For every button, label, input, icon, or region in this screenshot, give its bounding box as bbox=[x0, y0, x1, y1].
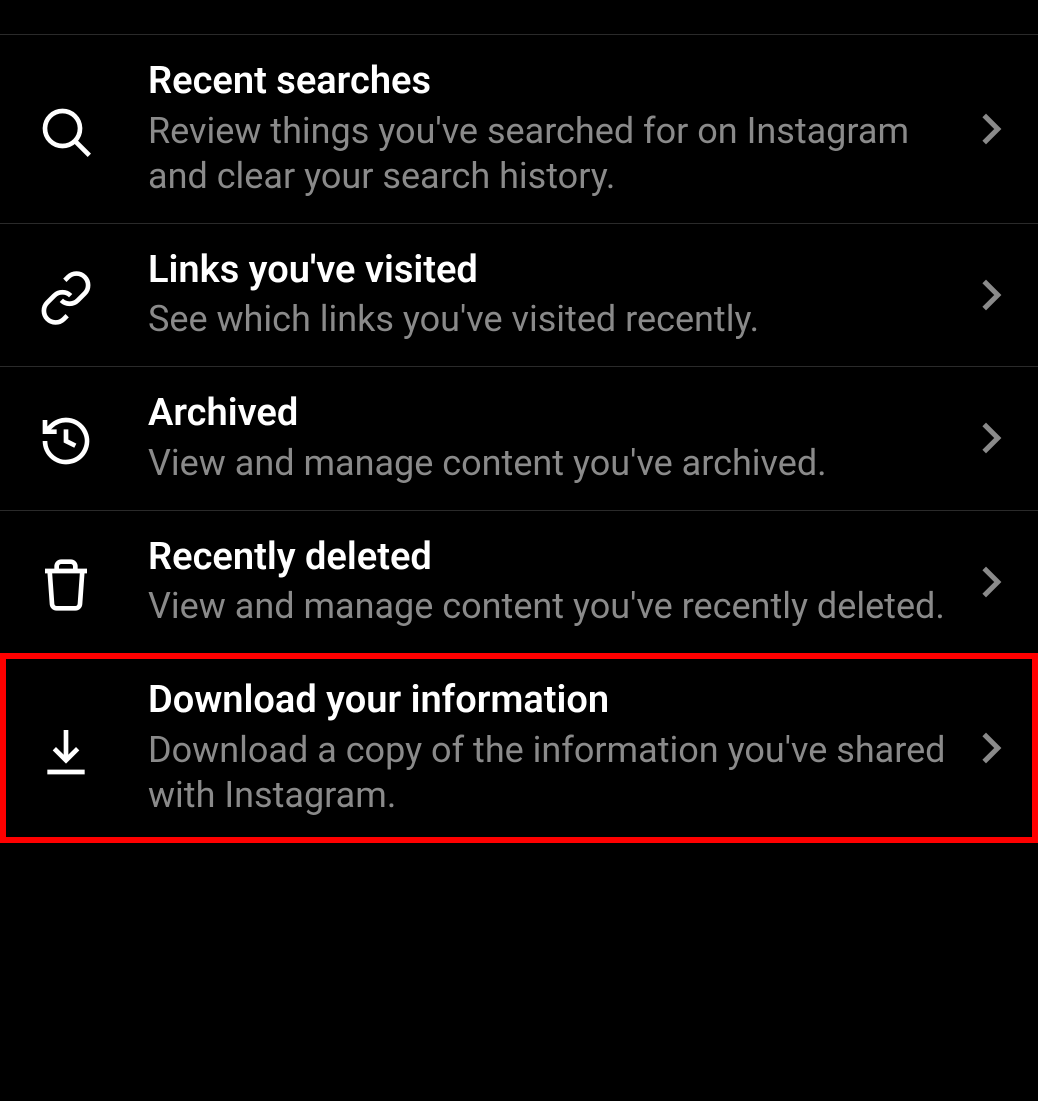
item-text: Archived View and manage content you've … bbox=[148, 391, 974, 486]
search-icon bbox=[38, 98, 148, 160]
chevron-right-icon bbox=[974, 421, 1008, 455]
item-title: Download your information bbox=[148, 678, 954, 724]
item-archived[interactable]: Archived View and manage content you've … bbox=[0, 366, 1038, 511]
chevron-right-icon bbox=[974, 278, 1008, 312]
item-desc: Review things you've searched for on Ins… bbox=[148, 109, 954, 199]
chevron-right-icon bbox=[974, 731, 1008, 765]
item-title: Recently deleted bbox=[148, 535, 954, 581]
trash-icon bbox=[38, 551, 148, 613]
item-desc: Download a copy of the information you'v… bbox=[148, 728, 954, 818]
item-title: Links you've visited bbox=[148, 248, 954, 294]
item-links-visited[interactable]: Links you've visited See which links you… bbox=[0, 223, 1038, 368]
chevron-right-icon bbox=[974, 112, 1008, 146]
item-desc: View and manage content you've recently … bbox=[148, 584, 954, 629]
item-text: Recently deleted View and manage content… bbox=[148, 535, 974, 630]
item-recently-deleted[interactable]: Recently deleted View and manage content… bbox=[0, 510, 1038, 655]
item-title: Recent searches bbox=[148, 59, 954, 105]
item-text: Links you've visited See which links you… bbox=[148, 248, 974, 343]
item-download-information[interactable]: Download your information Download a cop… bbox=[0, 653, 1038, 843]
settings-list: Recent searches Review things you've sea… bbox=[0, 0, 1038, 842]
item-desc: See which links you've visited recently. bbox=[148, 297, 954, 342]
item-title: Archived bbox=[148, 391, 954, 437]
item-desc: View and manage content you've archived. bbox=[148, 441, 954, 486]
item-text: Download your information Download a cop… bbox=[148, 678, 974, 818]
item-text: Recent searches Review things you've sea… bbox=[148, 59, 974, 199]
chevron-right-icon bbox=[974, 565, 1008, 599]
link-icon bbox=[38, 264, 148, 326]
download-icon bbox=[38, 717, 148, 779]
item-recent-searches[interactable]: Recent searches Review things you've sea… bbox=[0, 34, 1038, 224]
history-icon bbox=[38, 407, 148, 469]
